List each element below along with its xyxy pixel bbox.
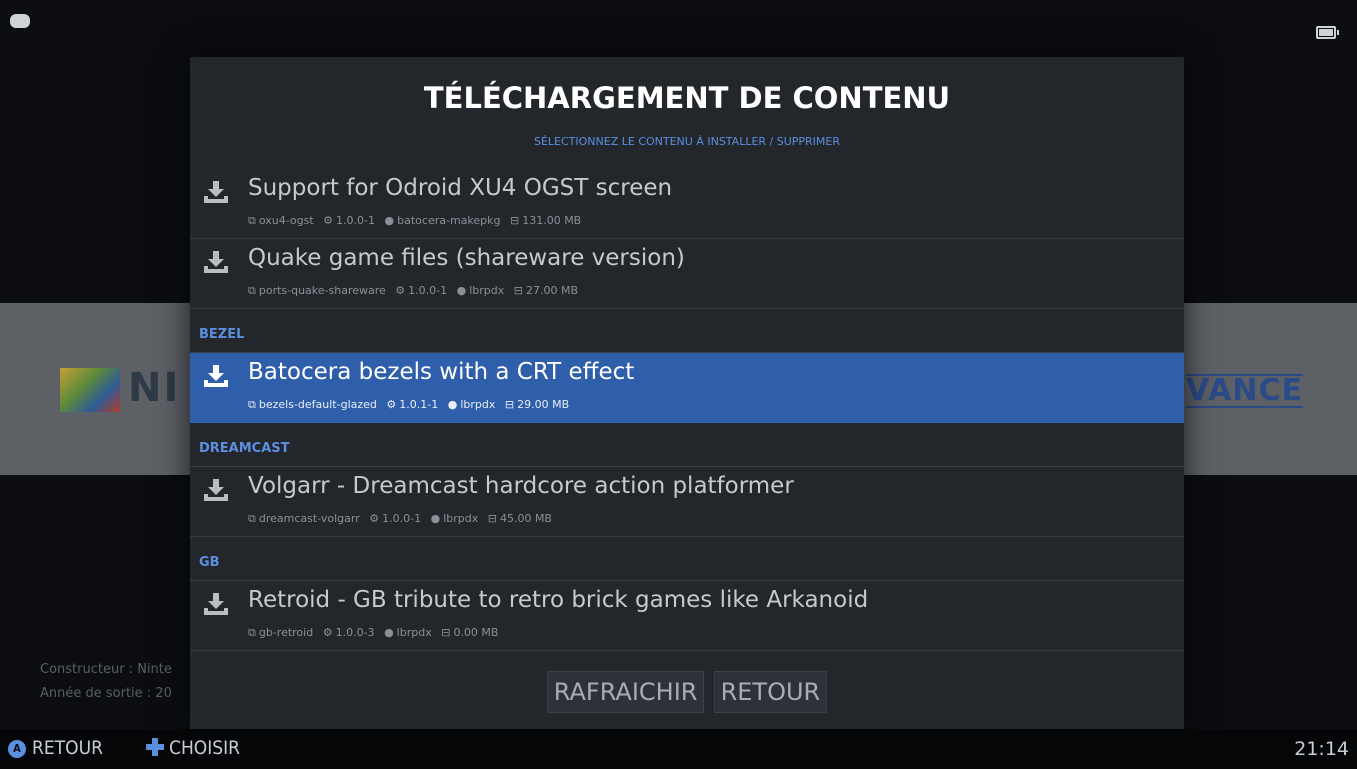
content-download-modal: TÉLÉCHARGEMENT DE CONTENU SÉLECTIONNEZ L… <box>190 57 1184 729</box>
help-choose-label: CHOISIR <box>169 737 241 759</box>
system-info-manufacturer: Constructeur : Ninte <box>40 662 172 677</box>
content-list: Support for Odroid XU4 OGST screen ⧉ oxu4… <box>190 169 1184 651</box>
disk-icon: ⊟ <box>441 626 451 639</box>
item-title: Batocera bezels with a CRT effect <box>248 359 635 385</box>
item-title: Support for Odroid XU4 OGST screen <box>248 175 673 201</box>
battery-fill <box>1319 29 1333 36</box>
item-meta: ⧉ bezels-default-glazed ⚙ 1.0.1-1 ● lbrpdx … <box>248 398 569 412</box>
gears-icon: ⚙ <box>322 626 333 639</box>
item-author: lbrpdx <box>443 512 479 525</box>
disk-icon: ⊟ <box>504 398 515 411</box>
disk-icon: ⊟ <box>487 512 497 525</box>
user-icon: ● <box>447 398 458 411</box>
package-icon: ⧉ <box>248 284 256 297</box>
item-author: lbrpdx <box>469 284 505 297</box>
system-info: Constructeur : Ninte Année de sortie : 2… <box>40 658 172 706</box>
item-version: 1.0.0-3 <box>335 626 375 639</box>
refresh-button[interactable]: RAFRAICHIR <box>546 671 705 713</box>
battery-icon <box>1316 26 1339 39</box>
user-icon: ● <box>384 626 394 639</box>
gears-icon: ⚙ <box>395 284 406 297</box>
item-package: ports-quake-shareware <box>258 284 386 297</box>
item-version: 1.0.0-1 <box>382 512 422 525</box>
item-title: Retroid - GB tribute to retro brick game… <box>248 587 869 613</box>
item-meta: ⧉ ports-quake-shareware ⚙ 1.0.0-1 ● lbrpdx … <box>248 284 578 298</box>
modal-title: TÉLÉCHARGEMENT DE CONTENU <box>423 81 951 115</box>
system-logo-left-text: NI <box>128 365 181 411</box>
back-button[interactable]: RETOUR <box>713 671 828 713</box>
item-version: 1.0.0-1 <box>336 214 376 227</box>
package-icon: ⧉ <box>248 214 256 227</box>
help-back-label: RETOUR <box>32 737 103 759</box>
user-icon: ● <box>456 284 467 297</box>
help-bar: A RETOUR CHOISIR 21:14 <box>0 729 1357 769</box>
item-author: lbrpdx <box>396 626 432 639</box>
clock: 21:14 <box>1294 738 1349 760</box>
list-item[interactable]: Support for Odroid XU4 OGST screen ⧉ oxu4… <box>190 169 1184 239</box>
list-item[interactable]: Volgarr - Dreamcast hardcore action plat… <box>190 467 1184 537</box>
section-label: DREAMCAST <box>199 441 290 456</box>
gamepad-icon <box>10 14 30 28</box>
item-size: 27.00 MB <box>526 284 579 297</box>
section-header-bezel: BEZEL <box>190 309 1184 353</box>
download-icon <box>204 479 228 501</box>
item-size: 29.00 MB <box>517 398 570 411</box>
modal-buttons: RAFRAICHIR RETOUR <box>190 671 1184 713</box>
item-meta: ⧉ dreamcast-volgarr ⚙ 1.0.0-1 ● lbrpdx ⊟ 45.… <box>248 512 552 526</box>
gears-icon: ⚙ <box>386 398 397 411</box>
disk-icon: ⊟ <box>513 284 524 297</box>
section-label: GB <box>199 555 220 570</box>
item-version: 1.0.0-1 <box>408 284 448 297</box>
list-item[interactable]: Quake game files (shareware version) ⧉ po… <box>190 239 1184 309</box>
download-icon <box>204 593 228 615</box>
item-meta: ⧉ gb-retroid ⚙ 1.0.0-3 ● lbrpdx ⊟ 0.00 MB <box>248 626 498 640</box>
item-size: 0.00 MB <box>453 626 499 639</box>
gears-icon: ⚙ <box>369 512 380 525</box>
section-header-gb: GB <box>190 537 1184 581</box>
download-icon <box>204 365 228 387</box>
list-item[interactable]: Retroid - GB tribute to retro brick game… <box>190 581 1184 651</box>
section-label: BEZEL <box>199 327 245 342</box>
item-author: batocera-makepkg <box>397 214 501 227</box>
package-icon: ⧉ <box>248 398 256 411</box>
package-icon: ⧉ <box>248 512 256 525</box>
user-icon: ● <box>384 214 395 227</box>
item-version: 1.0.1-1 <box>399 398 439 411</box>
n64-logo-icon <box>60 368 120 412</box>
help-back: A RETOUR <box>8 737 103 759</box>
section-header-dreamcast: DREAMCAST <box>190 423 1184 467</box>
item-size: 45.00 MB <box>499 512 552 525</box>
system-info-release-year: Année de sortie : 20 <box>40 686 172 701</box>
download-icon <box>204 181 228 203</box>
item-package: gb-retroid <box>258 626 314 639</box>
item-package: dreamcast-volgarr <box>258 512 360 525</box>
download-icon <box>204 251 228 273</box>
item-meta: ⧉ oxu4-ogst ⚙ 1.0.0-1 ● batocera-makepkg ⊟ 1… <box>248 214 581 228</box>
package-icon: ⧉ <box>248 626 256 639</box>
system-logo-left: NI <box>60 365 180 412</box>
modal-subtitle: SÉLECTIONNEZ LE CONTENU À INSTALLER / SU… <box>533 135 841 148</box>
help-choose: CHOISIR <box>146 737 240 759</box>
gears-icon: ⚙ <box>323 214 334 227</box>
item-package: bezels-default-glazed <box>258 398 377 411</box>
a-button-icon: A <box>8 740 26 758</box>
screen: NI VANCE Constructeur : Ninte Année de s… <box>0 0 1357 769</box>
item-package: oxu4-ogst <box>258 214 314 227</box>
list-item-selected[interactable]: Batocera bezels with a CRT effect ⧉ bezel… <box>190 353 1184 423</box>
item-author: lbrpdx <box>460 398 496 411</box>
system-logo-right: VANCE <box>1186 373 1304 408</box>
dpad-icon <box>146 738 164 756</box>
item-title: Volgarr - Dreamcast hardcore action plat… <box>248 473 794 499</box>
item-title: Quake game files (shareware version) <box>248 245 685 271</box>
user-icon: ● <box>430 512 441 525</box>
disk-icon: ⊟ <box>509 214 520 227</box>
item-size: 131.00 MB <box>522 214 582 227</box>
